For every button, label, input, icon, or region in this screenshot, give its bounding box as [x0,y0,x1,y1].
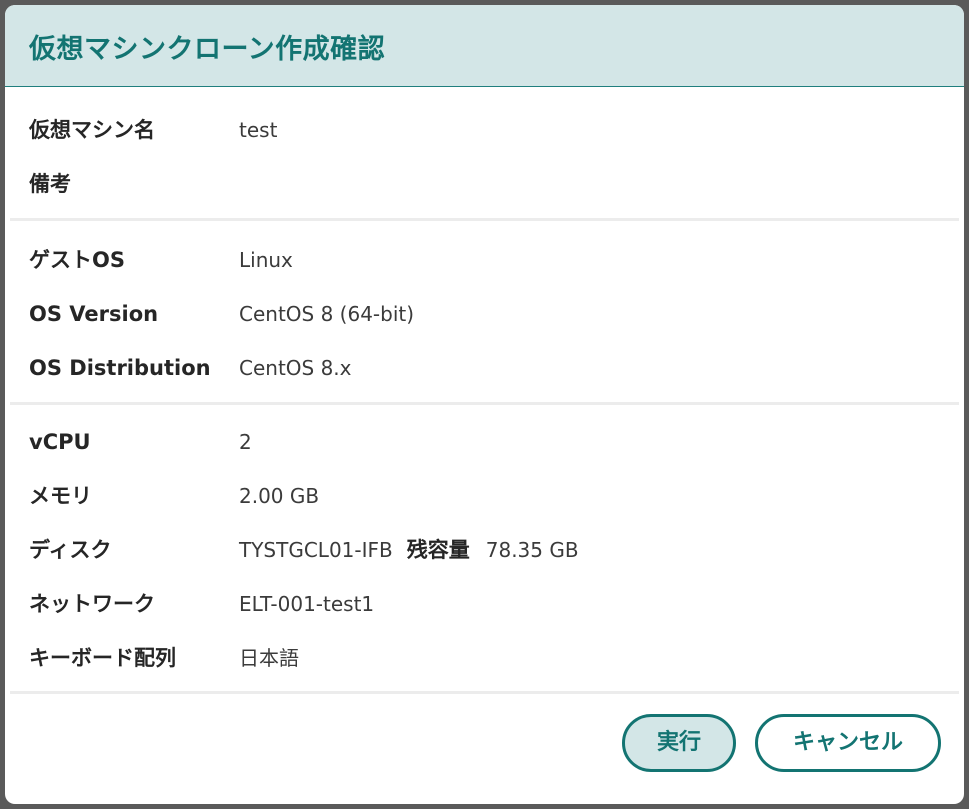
row-network: ネットワーク ELT-001-test1 [5,577,964,631]
os-distribution-label: OS Distribution [29,356,211,380]
memory-value: 2.00 GB [239,484,320,508]
disk-value-group: TYSTGCL01-IFB 残容量 78.35 GB [239,523,579,577]
memory-label: メモリ [29,484,92,508]
disk-label: ディスク [29,538,112,562]
row-note: 備考 [5,157,964,211]
cancel-button[interactable]: キャンセル [755,714,941,772]
row-memory: メモリ 2.00 GB [5,469,964,523]
os-distribution-value: CentOS 8.x [239,356,352,380]
disk-value: TYSTGCL01-IFB [239,538,393,562]
row-keyboard: キーボード配列 日本語 [5,631,964,685]
vm-name-value: test [239,118,278,142]
disk-free-value: 78.35 GB [485,538,579,562]
vcpu-label: vCPU [29,430,91,454]
section-divider [10,402,959,405]
execute-button[interactable]: 実行 [622,714,736,772]
guest-os-value: Linux [239,248,293,272]
row-vcpu: vCPU 2 [5,415,964,469]
os-version-value: CentOS 8 (64-bit) [239,302,415,326]
row-disk: ディスク TYSTGCL01-IFB 残容量 78.35 GB [5,523,964,577]
row-os-version: OS Version CentOS 8 (64-bit) [5,287,964,341]
note-label: 備考 [29,172,71,196]
section-divider [10,218,959,221]
vm-name-label: 仮想マシン名 [29,118,155,142]
dialog-title: 仮想マシンクローン作成確認 [29,34,386,65]
network-value: ELT-001-test1 [239,592,375,616]
vcpu-value: 2 [239,430,252,454]
keyboard-label: キーボード配列 [29,646,176,670]
row-vm-name: 仮想マシン名 test [5,103,964,157]
network-label: ネットワーク [29,592,155,616]
os-version-label: OS Version [29,302,159,326]
guest-os-label: ゲストOS [29,248,125,272]
row-os-distribution: OS Distribution CentOS 8.x [5,341,964,395]
dialog-header: 仮想マシンクローン作成確認 [5,5,964,87]
section-divider [10,691,959,694]
disk-free-label: 残容量 [406,538,470,562]
clone-confirm-dialog: 仮想マシンクローン作成確認 仮想マシン名 test 備考 ゲストOS Linux… [5,5,964,804]
keyboard-value: 日本語 [239,646,299,670]
row-guest-os: ゲストOS Linux [5,233,964,287]
